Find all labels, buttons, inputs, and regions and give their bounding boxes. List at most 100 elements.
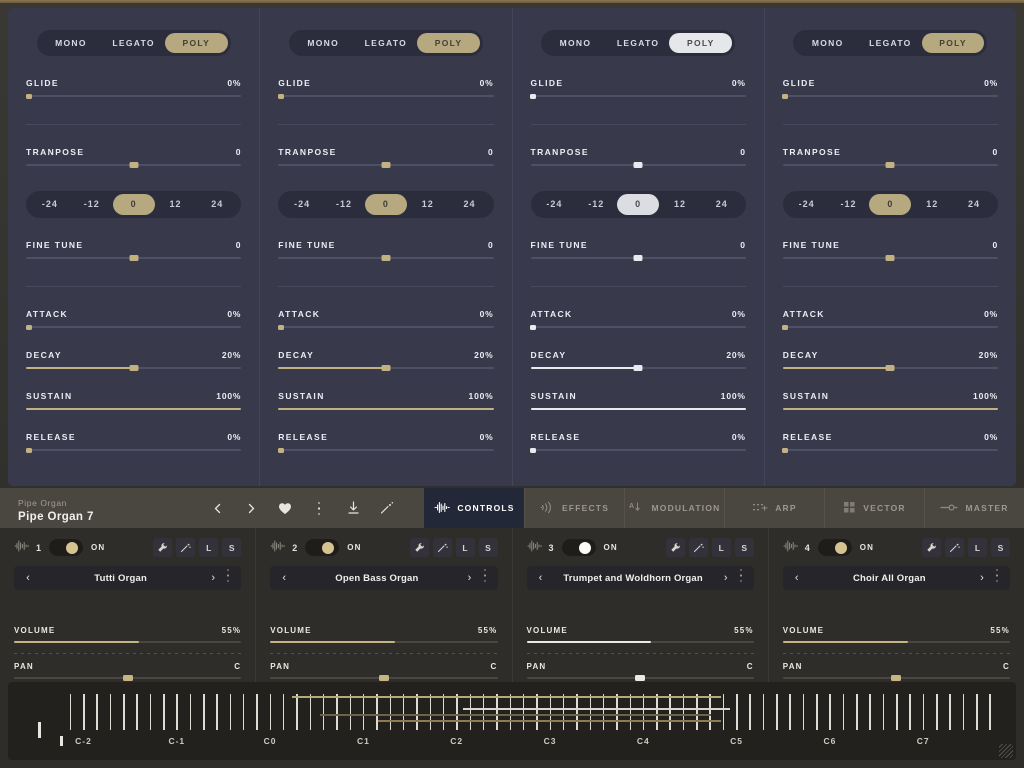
layer-link-button[interactable]: L [199, 538, 219, 557]
fine-tune-1-knob[interactable] [129, 255, 139, 261]
transpose-step-m24[interactable]: -24 [534, 194, 576, 215]
transpose-step-m12[interactable]: -12 [323, 194, 365, 215]
glide-3-slider[interactable] [530, 93, 746, 99]
favorite-heart-icon[interactable] [268, 488, 302, 528]
mode-button-legato[interactable]: LEGATO [607, 33, 670, 53]
decay-3-slider[interactable] [530, 365, 746, 371]
layer-preset-menu-icon[interactable] [734, 568, 748, 588]
attack-3-slider[interactable] [530, 324, 746, 330]
sustain-4-slider[interactable] [782, 408, 998, 410]
glide-1-knob[interactable] [25, 93, 32, 99]
layer-preset-next[interactable]: › [718, 572, 734, 584]
tab-modulation[interactable]: A MODULATION [624, 488, 724, 528]
transpose-4-slider[interactable] [782, 162, 998, 168]
layer-power-toggle[interactable] [49, 539, 84, 556]
release-4-slider[interactable] [782, 447, 998, 453]
fine-tune-3-knob[interactable] [633, 255, 643, 261]
transpose-step-0[interactable]: 0 [869, 194, 912, 215]
layer-arrows-icon[interactable] [688, 538, 708, 557]
mode-button-legato[interactable]: LEGATO [102, 33, 165, 53]
layer-arrows-icon[interactable] [432, 538, 452, 557]
layer-link-button[interactable]: L [968, 538, 987, 557]
glide-4-slider[interactable] [782, 93, 998, 99]
transpose-step-m12[interactable]: -12 [575, 194, 617, 215]
transpose-step-12[interactable]: 12 [407, 194, 449, 215]
keyboard-range-display[interactable]: C-2 C-1 C0 C1 C2 C3 C4 C5 C6 C7 [8, 682, 1016, 760]
more-options-icon[interactable] [302, 488, 336, 528]
transpose-step-0[interactable]: 0 [364, 194, 407, 215]
next-preset-icon[interactable] [234, 488, 268, 528]
transpose-step-24[interactable]: 24 [196, 194, 238, 215]
attack-4-slider[interactable] [782, 324, 998, 330]
resize-grip-icon[interactable] [999, 744, 1013, 758]
fine-tune-2-slider[interactable] [278, 255, 494, 261]
layer-preset-selector[interactable]: ‹ Open Bass Organ › [270, 566, 498, 590]
mode-button-legato[interactable]: LEGATO [355, 33, 418, 53]
pan-slider[interactable] [782, 675, 1010, 681]
attack-1-knob[interactable] [25, 324, 32, 330]
layer-preset-next[interactable]: › [462, 572, 478, 584]
layer-wrench-icon[interactable] [922, 538, 941, 557]
layer-preset-prev[interactable]: ‹ [20, 572, 36, 584]
layer-preset-menu-icon[interactable] [221, 568, 235, 588]
decay-1-knob[interactable] [129, 365, 139, 371]
glide-1-slider[interactable] [25, 93, 242, 99]
transpose-1-knob[interactable] [129, 162, 139, 168]
mode-button-mono[interactable]: MONO [544, 33, 607, 53]
layer-solo-button[interactable]: S [222, 538, 242, 557]
attack-3-knob[interactable] [530, 324, 537, 330]
transpose-step-0[interactable]: 0 [617, 194, 660, 215]
release-4-knob[interactable] [782, 447, 789, 453]
attack-2-slider[interactable] [277, 324, 494, 330]
sustain-3-slider[interactable] [530, 408, 746, 410]
download-icon[interactable] [336, 488, 370, 528]
fine-tune-4-knob[interactable] [885, 255, 895, 261]
volume-slider[interactable] [526, 641, 754, 643]
decay-2-slider[interactable] [278, 365, 494, 371]
tab-effects[interactable]: EFFECTS [524, 488, 624, 528]
fine-tune-1-slider[interactable] [26, 255, 242, 261]
layer-link-button[interactable]: L [455, 538, 475, 557]
decay-4-slider[interactable] [782, 365, 998, 371]
decay-1-slider[interactable] [26, 365, 242, 371]
layer-power-toggle[interactable] [817, 539, 852, 556]
attack-1-slider[interactable] [25, 324, 242, 330]
release-1-knob[interactable] [25, 447, 32, 453]
transpose-step-24[interactable]: 24 [701, 194, 743, 215]
layer-solo-button[interactable]: S [478, 538, 498, 557]
sustain-1-slider[interactable] [26, 408, 242, 410]
pan-slider[interactable] [270, 675, 498, 681]
fine-tune-2-knob[interactable] [381, 255, 391, 261]
sustain-2-slider[interactable] [278, 408, 494, 410]
release-3-slider[interactable] [530, 447, 746, 453]
transpose-4-knob[interactable] [885, 162, 895, 168]
layer-preset-menu-icon[interactable] [990, 568, 1004, 588]
transpose-step-24[interactable]: 24 [449, 194, 491, 215]
mode-button-mono[interactable]: MONO [292, 33, 355, 53]
prev-preset-icon[interactable] [200, 488, 234, 528]
layer-power-toggle[interactable] [305, 539, 340, 556]
layer-preset-prev[interactable]: ‹ [533, 572, 549, 584]
transpose-step-12[interactable]: 12 [155, 194, 197, 215]
pan-slider[interactable] [14, 675, 242, 681]
decay-4-knob[interactable] [885, 365, 895, 371]
layer-preset-menu-icon[interactable] [478, 568, 492, 588]
layer-solo-button[interactable]: S [734, 538, 754, 557]
tab-vector[interactable]: VECTOR [824, 488, 924, 528]
layer-arrows-icon[interactable] [176, 538, 196, 557]
decay-3-knob[interactable] [633, 365, 643, 371]
transpose-2-slider[interactable] [278, 162, 494, 168]
transpose-2-knob[interactable] [381, 162, 391, 168]
transpose-step-m24[interactable]: -24 [786, 194, 828, 215]
mode-button-poly[interactable]: POLY [417, 33, 480, 53]
glide-2-knob[interactable] [277, 93, 284, 99]
mode-button-poly[interactable]: POLY [164, 33, 228, 53]
randomize-icon[interactable] [370, 488, 404, 528]
attack-4-knob[interactable] [782, 324, 789, 330]
transpose-step-m12[interactable]: -12 [71, 194, 113, 215]
layer-preset-selector[interactable]: ‹ Tutti Organ › [14, 566, 242, 590]
release-3-knob[interactable] [530, 447, 537, 453]
transpose-step-12[interactable]: 12 [659, 194, 701, 215]
fine-tune-3-slider[interactable] [530, 255, 746, 261]
release-1-slider[interactable] [25, 447, 242, 453]
